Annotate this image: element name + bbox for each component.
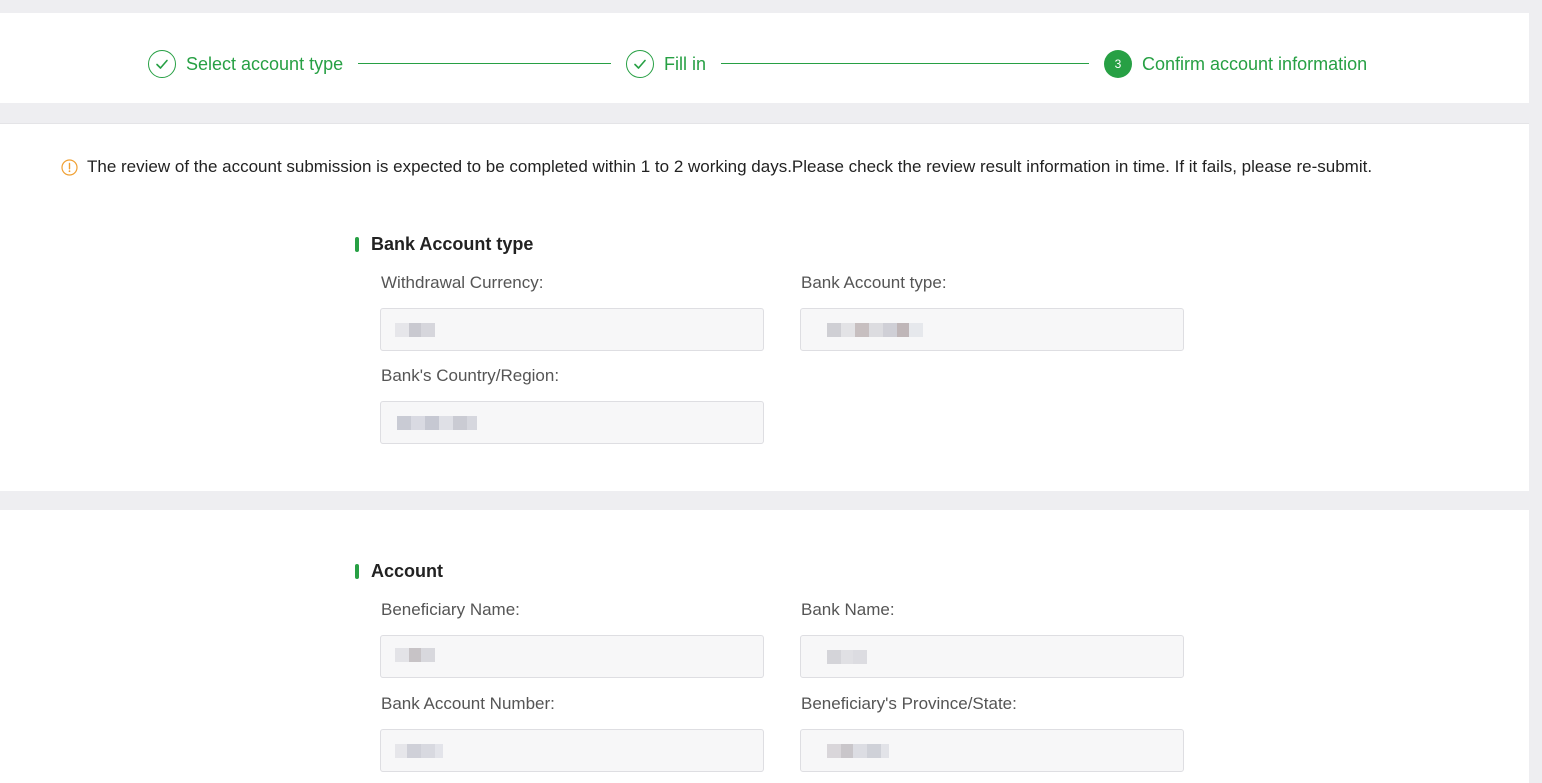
bank-country-region-label: Bank's Country/Region: — [381, 366, 560, 385]
masked-value — [397, 416, 477, 430]
section-accent-bar — [355, 564, 359, 579]
section-title-text: Bank Account type — [371, 234, 534, 254]
beneficiary-name-label: Beneficiary Name: — [381, 600, 520, 619]
notice-text: The review of the account submission is … — [87, 157, 1373, 176]
bank-country-region-field — [380, 401, 764, 444]
masked-value — [827, 744, 889, 758]
account-panel: Account Beneficiary Name: Bank Name: Ban… — [0, 510, 1529, 783]
masked-value — [827, 323, 923, 337]
step-connector — [721, 63, 1089, 64]
bank-name-field — [800, 635, 1184, 678]
bank-account-type-label: Bank Account type: — [801, 273, 947, 292]
page-scrollbar[interactable] — [1529, 0, 1542, 783]
step-connector — [358, 63, 611, 64]
section-title-bank-account-type: Bank Account type — [355, 234, 533, 255]
masked-value — [827, 650, 867, 664]
masked-value — [395, 744, 443, 758]
beneficiary-province-state-label: Beneficiary's Province/State: — [801, 694, 1017, 713]
review-notice: The review of the account submission is … — [61, 157, 1372, 177]
bank-name-label: Bank Name: — [801, 600, 895, 619]
steps-panel: Select account type Fill in 3 Confirm ac… — [0, 13, 1529, 103]
check-icon — [148, 50, 176, 78]
step-number-badge: 3 — [1104, 50, 1132, 78]
section-title-text: Account — [371, 561, 443, 581]
bank-account-number-field — [380, 729, 764, 772]
bank-account-type-panel: The review of the account submission is … — [0, 123, 1529, 491]
beneficiary-province-state-field — [800, 729, 1184, 772]
step-label: Fill in — [664, 53, 707, 74]
bank-account-number-label: Bank Account Number: — [381, 694, 555, 713]
withdrawal-currency-field — [380, 308, 764, 351]
step-confirm-account-information: 3 Confirm account information — [1104, 49, 1367, 79]
step-label: Select account type — [186, 53, 344, 74]
step-select-account-type: Select account type — [148, 49, 343, 79]
beneficiary-name-field — [380, 635, 764, 678]
section-title-account: Account — [355, 561, 443, 582]
masked-value — [395, 323, 435, 337]
warning-circle-icon — [61, 158, 78, 176]
bank-account-type-field — [800, 308, 1184, 351]
section-accent-bar — [355, 237, 359, 252]
step-label: Confirm account information — [1142, 53, 1368, 74]
check-icon — [626, 50, 654, 78]
withdrawal-currency-label: Withdrawal Currency: — [381, 273, 544, 292]
step-fill-in: Fill in — [626, 49, 706, 79]
masked-value — [395, 648, 435, 662]
